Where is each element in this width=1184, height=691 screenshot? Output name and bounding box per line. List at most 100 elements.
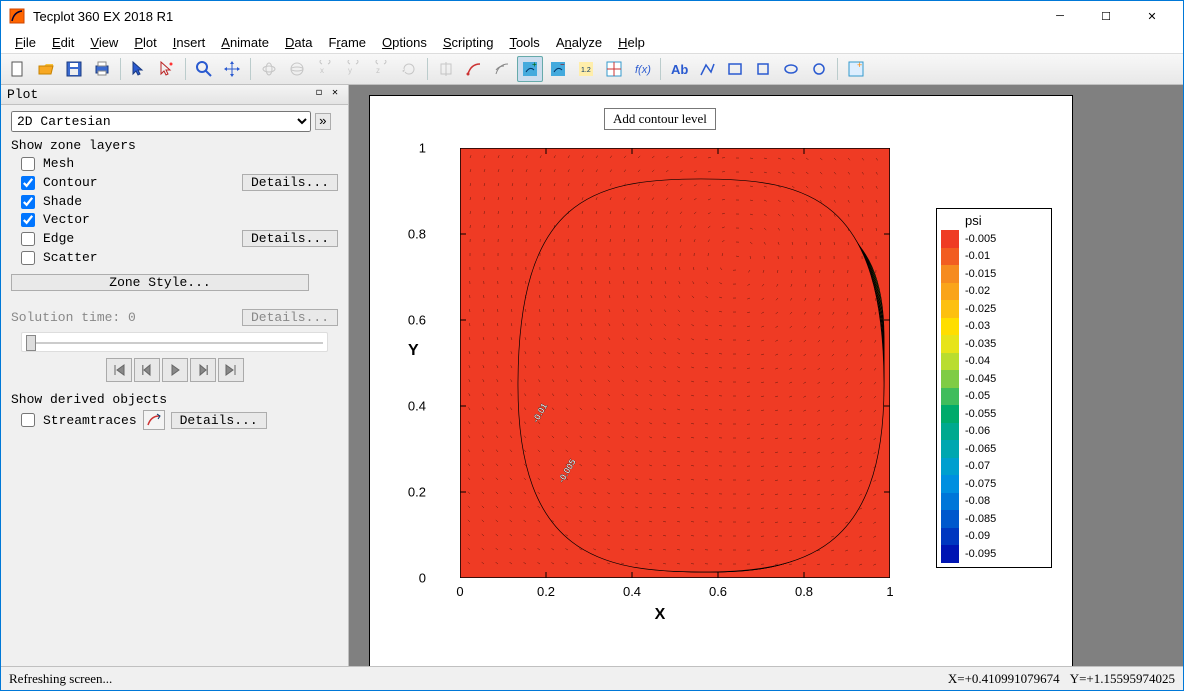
menu-view[interactable]: View xyxy=(82,33,126,52)
legend-value: -0.08 xyxy=(965,495,990,507)
plot-type-expand-icon[interactable]: » xyxy=(315,113,331,130)
probe-button[interactable] xyxy=(601,56,627,82)
layer-shade-checkbox[interactable] xyxy=(21,195,35,209)
step-back-button[interactable] xyxy=(134,358,160,382)
status-y: Y=+1.15595974025 xyxy=(1070,671,1175,687)
line-tool-button[interactable] xyxy=(694,56,720,82)
spherical-rotate-button[interactable] xyxy=(284,56,310,82)
layer-edge-details-button[interactable]: Details... xyxy=(242,230,338,247)
legend-value: -0.01 xyxy=(965,250,990,262)
maximize-button[interactable]: ☐ xyxy=(1083,1,1129,31)
remove-contour-level-button[interactable]: − xyxy=(545,56,571,82)
ellipse-tool-button[interactable] xyxy=(778,56,804,82)
rotate-button[interactable] xyxy=(256,56,282,82)
undock-icon[interactable]: ◻ xyxy=(312,88,326,102)
text-tool-button[interactable]: Ab xyxy=(666,56,692,82)
layer-mesh-checkbox[interactable] xyxy=(21,157,35,171)
rotate-y-button[interactable]: y xyxy=(340,56,366,82)
menu-options[interactable]: Options xyxy=(374,33,435,52)
print-button[interactable] xyxy=(89,56,115,82)
solution-time-details-button[interactable]: Details... xyxy=(242,309,338,326)
streamtraces-details-button[interactable]: Details... xyxy=(171,412,267,429)
legend-swatch xyxy=(941,353,959,371)
menu-analyze[interactable]: Analyze xyxy=(548,33,610,52)
close-button[interactable]: ✕ xyxy=(1129,1,1175,31)
layer-contour-details-button[interactable]: Details... xyxy=(242,174,338,191)
layer-contour-checkbox[interactable] xyxy=(21,176,35,190)
legend-swatch xyxy=(941,230,959,248)
legend-swatch xyxy=(941,248,959,266)
menu-data[interactable]: Data xyxy=(277,33,320,52)
app-icon xyxy=(9,8,25,24)
legend-value: -0.05 xyxy=(965,390,990,402)
plot-type-select[interactable]: 2D Cartesian xyxy=(11,111,311,132)
time-slider[interactable] xyxy=(21,332,328,352)
go-first-button[interactable] xyxy=(106,358,132,382)
slice-button[interactable] xyxy=(433,56,459,82)
legend-value: -0.03 xyxy=(965,320,990,332)
plot-canvas[interactable]: Add contour level Y 00.20.40.60.81 -0.01… xyxy=(349,85,1183,666)
y-axis-label: Y xyxy=(408,342,419,360)
legend-swatch xyxy=(941,458,959,476)
adjustor-button[interactable] xyxy=(154,56,180,82)
titlebar: Tecplot 360 EX 2018 R1 ─ ☐ ✕ xyxy=(1,1,1183,31)
legend-value: -0.095 xyxy=(965,548,996,560)
legend-swatch xyxy=(941,475,959,493)
legend: psi -0.005-0.01-0.015-0.02-0.025-0.03-0.… xyxy=(936,208,1052,568)
step-forward-button[interactable] xyxy=(190,358,216,382)
streamtrace-rake-button[interactable] xyxy=(489,56,515,82)
go-last-button[interactable] xyxy=(218,358,244,382)
legend-value: -0.035 xyxy=(965,338,996,350)
save-button[interactable] xyxy=(61,56,87,82)
layer-edge-checkbox[interactable] xyxy=(21,232,35,246)
contour-plot[interactable]: -0.01-0.005 xyxy=(460,148,890,578)
menu-tools[interactable]: Tools xyxy=(501,33,547,52)
plot-sidebar: Plot ◻ ✕ 2D Cartesian » Show zone layers… xyxy=(1,85,349,666)
menu-file[interactable]: File xyxy=(7,33,44,52)
menu-plot[interactable]: Plot xyxy=(126,33,164,52)
minimize-button[interactable]: ─ xyxy=(1037,1,1083,31)
svg-text:Ab: Ab xyxy=(671,62,688,77)
new-frame-button[interactable]: + xyxy=(843,56,869,82)
twist-button[interactable] xyxy=(396,56,422,82)
svg-text:+: + xyxy=(857,60,862,70)
menu-scripting[interactable]: Scripting xyxy=(435,33,502,52)
layer-scatter-checkbox[interactable] xyxy=(21,251,35,265)
streamtraces-checkbox[interactable] xyxy=(21,413,35,427)
y-tick: 0.6 xyxy=(408,313,426,328)
streamtrace-icon[interactable] xyxy=(143,410,165,430)
square-tool-button[interactable] xyxy=(750,56,776,82)
toolbar: x y z + − 1.2 f(x) Ab + xyxy=(1,53,1183,85)
menu-edit[interactable]: Edit xyxy=(44,33,82,52)
plot-frame[interactable]: Add contour level Y 00.20.40.60.81 -0.01… xyxy=(369,95,1073,666)
add-contour-level-button[interactable]: + xyxy=(517,56,543,82)
menu-animate[interactable]: Animate xyxy=(213,33,277,52)
menu-help[interactable]: Help xyxy=(610,33,653,52)
legend-swatch xyxy=(941,405,959,423)
rotate-x-button[interactable]: x xyxy=(312,56,338,82)
menu-frame[interactable]: Frame xyxy=(320,33,374,52)
new-layout-button[interactable] xyxy=(5,56,31,82)
derived-objects-label: Show derived objects xyxy=(11,392,338,407)
layer-vector-checkbox[interactable] xyxy=(21,213,35,227)
tooltip: Add contour level xyxy=(604,108,716,130)
circle-tool-button[interactable] xyxy=(806,56,832,82)
menu-insert[interactable]: Insert xyxy=(165,33,214,52)
translate-button[interactable] xyxy=(219,56,245,82)
y-tick: 0.4 xyxy=(408,399,426,414)
zoom-button[interactable] xyxy=(191,56,217,82)
close-panel-icon[interactable]: ✕ xyxy=(328,88,342,102)
play-button[interactable] xyxy=(162,358,188,382)
streamtrace-button[interactable] xyxy=(461,56,487,82)
legend-swatch xyxy=(941,440,959,458)
contour-label-button[interactable]: 1.2 xyxy=(573,56,599,82)
layer-mesh-label: Mesh xyxy=(43,156,338,171)
calculator-button[interactable]: f(x) xyxy=(629,56,655,82)
rotate-z-button[interactable]: z xyxy=(368,56,394,82)
zone-style-button[interactable]: Zone Style... xyxy=(11,274,309,291)
legend-value: -0.015 xyxy=(965,268,996,280)
x-tick: 0.6 xyxy=(709,584,727,599)
rectangle-tool-button[interactable] xyxy=(722,56,748,82)
selector-button[interactable] xyxy=(126,56,152,82)
open-button[interactable] xyxy=(33,56,59,82)
